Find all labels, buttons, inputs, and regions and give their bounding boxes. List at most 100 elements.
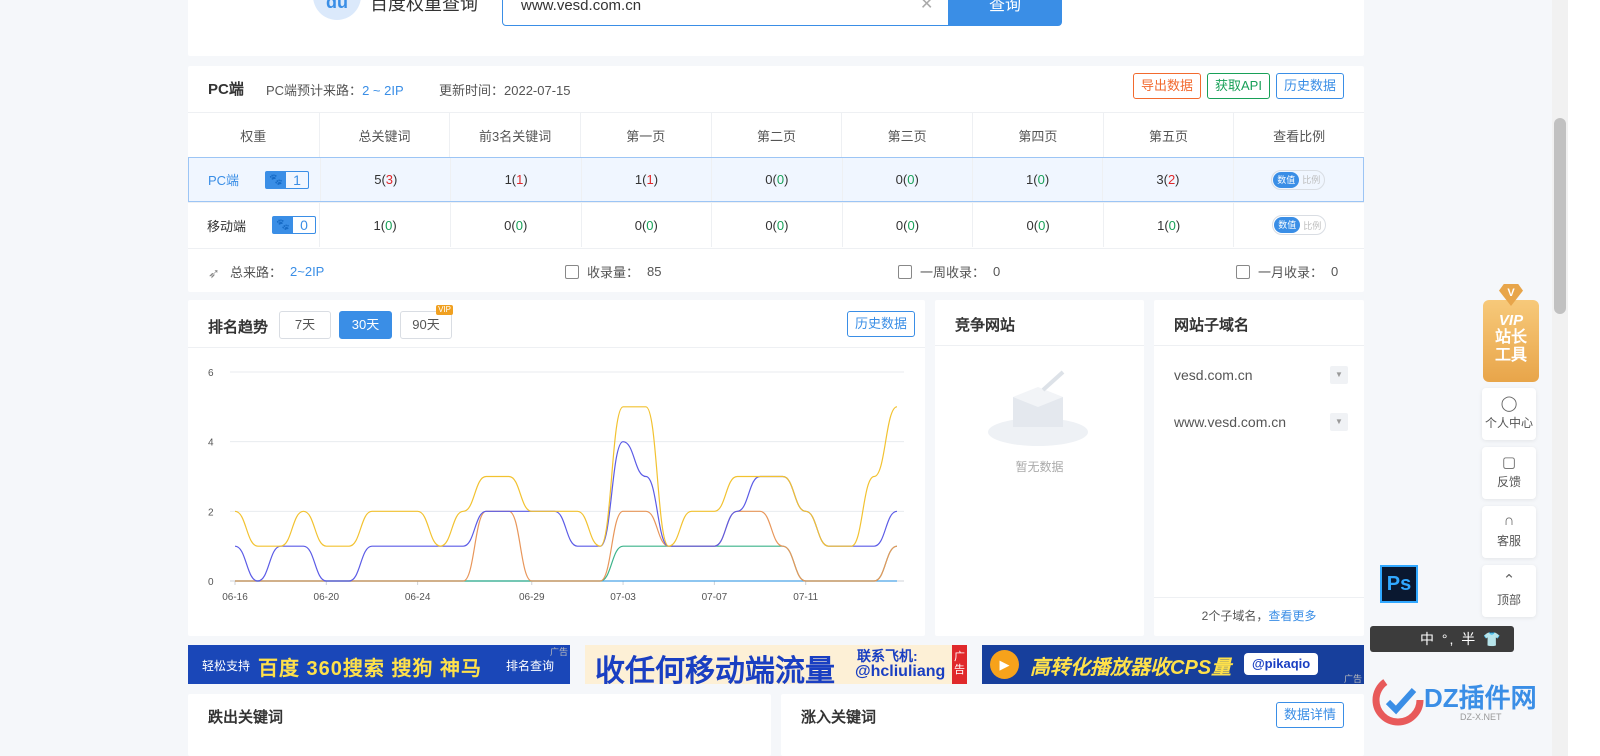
vip-line3: 工具: [1494, 347, 1527, 364]
user-center-button[interactable]: ◯ 个人中心: [1482, 388, 1536, 440]
traffic-label: PC端预计来路：: [266, 83, 363, 98]
table-row[interactable]: 移动端 🐾 0 1(0) 0(0) 0(0) 0(0) 0(0) 0(0) 1(0) 数值 比例: [188, 202, 1364, 247]
update-label: 更新时间：: [439, 83, 505, 98]
series-line: [234, 545, 898, 582]
col-header: 第四页: [971, 113, 1103, 157]
view-more-link[interactable]: 查看更多: [1268, 609, 1316, 623]
week-doc-icon: [898, 264, 912, 279]
vip-badge: VIP: [436, 305, 453, 315]
subdomain-title: 网站子域名: [1174, 317, 1250, 334]
history-data-button[interactable]: 历史数据: [1275, 73, 1344, 99]
range-30-days[interactable]: 30天: [339, 311, 392, 339]
rise-title: 涨入关键词: [801, 709, 877, 726]
row-label: PC端: [208, 173, 240, 188]
week-indexed: 一周收录： 0: [898, 262, 1000, 281]
customer-service-button[interactable]: ∩ 客服: [1482, 506, 1536, 558]
ratio-toggle[interactable]: 数值 比例: [1271, 169, 1326, 190]
copy-icon: [565, 264, 579, 279]
ad-tag: 广告: [952, 645, 967, 684]
table-row[interactable]: PC端 🐾 1 5(3) 1(1) 1(1) 0(0) 0(0) 1(0) 3(2) 数值 比例: [188, 157, 1364, 202]
export-data-button[interactable]: 导出数据: [1133, 73, 1202, 99]
table-cell: 1(1): [450, 158, 580, 201]
x-tick-label: 06-24: [405, 592, 431, 603]
range-7-days[interactable]: 7天: [279, 311, 331, 339]
series-line: [234, 406, 898, 547]
weight-badge[interactable]: 🐾 1: [265, 170, 310, 189]
watermark-sub: DZ-X.NET: [1460, 712, 1502, 722]
cell-value: 1: [1157, 217, 1165, 233]
trend-history-button[interactable]: 历史数据: [847, 311, 916, 337]
x-tick-label: 07-07: [702, 592, 728, 603]
toggle-cell: 数值 比例: [1232, 158, 1363, 201]
trend-title: 排名趋势: [208, 319, 269, 336]
vip-tools-button[interactable]: V VIP 站长 工具: [1483, 284, 1539, 382]
side-label: 反馈: [1496, 475, 1521, 489]
cell-delta: 0: [515, 217, 523, 233]
ime-status-bar[interactable]: 中 °, 半 👕: [1370, 626, 1514, 652]
data-detail-button[interactable]: 数据详情: [1275, 702, 1344, 728]
clear-icon[interactable]: ✕: [920, 0, 933, 14]
dz-logo-icon: [1372, 674, 1424, 726]
get-api-button[interactable]: 获取API: [1207, 73, 1270, 99]
total-label: 总来路：: [230, 265, 283, 280]
col-header: 前3名关键词: [449, 113, 580, 157]
table-cell: 3(2): [1102, 158, 1232, 201]
y-tick-label: 2: [208, 507, 214, 518]
ad-banner-search[interactable]: 轻松支持 百度 360搜索 搜狗 神马 排名查询 广告: [188, 645, 570, 684]
cell-value: 1: [504, 172, 512, 187]
photoshop-icon[interactable]: Ps: [1380, 565, 1418, 603]
ad-tag: 广告: [1343, 674, 1362, 684]
ratio-toggle[interactable]: 数值 比例: [1272, 215, 1327, 235]
feedback-button[interactable]: ▢ 反馈: [1482, 447, 1536, 499]
side-label: 个人中心: [1484, 416, 1533, 430]
col-header: 第二页: [710, 113, 842, 157]
col-header: 第三页: [841, 113, 972, 157]
table-cell: 0(0): [972, 203, 1103, 247]
vip-line2: 站长: [1494, 329, 1527, 346]
weight-value: 0: [300, 217, 308, 233]
scrollbar-track[interactable]: [1552, 0, 1568, 756]
toggle-on: 数值: [1273, 171, 1300, 188]
subdomain-footer: 2个子域名，查看更多: [1154, 597, 1364, 636]
back-to-top-button[interactable]: ⌃ 顶部: [1482, 565, 1536, 617]
ad2-handle: @hcliuliang: [855, 663, 946, 680]
table-cell: 0(0): [841, 158, 972, 201]
dropdown-icon[interactable]: ▼: [1330, 413, 1348, 431]
cell-delta: 3: [385, 172, 394, 187]
range-90-days[interactable]: 90天 VIP: [400, 305, 453, 339]
col-header: 权重: [240, 128, 267, 144]
table-cell: 1(1): [580, 158, 711, 201]
subdomain-count: 2个子域名，: [1201, 609, 1269, 623]
cell-value: 0: [895, 172, 903, 187]
indexed-value: 85: [647, 264, 662, 279]
ad-banner-player[interactable]: ▶ 高转化播放器收CPS量 @pikaqio 广告: [982, 645, 1364, 684]
baidu-logo-icon: du: [313, 0, 361, 20]
y-tick-label: 4: [208, 438, 214, 449]
table-cell: 0(0): [580, 203, 712, 247]
table-cell: 1(0): [1102, 203, 1234, 247]
domain-search-input[interactable]: www.vesd.com.cn: [502, 0, 950, 26]
y-tick-label: 6: [208, 368, 214, 379]
scrollbar-thumb[interactable]: [1554, 118, 1566, 314]
col-header: 总关键词: [318, 113, 450, 157]
ad1-engines: 百度 360搜索 搜狗 神马: [258, 658, 483, 680]
table-cell: 0(0): [711, 158, 841, 201]
trend-divider: [188, 347, 925, 348]
cell-value: 1: [1026, 172, 1034, 187]
query-button[interactable]: 查询: [948, 0, 1062, 26]
ad-banner-mobile[interactable]: 收任何移动端流量 联系飞机: @hcliuliang 广告: [585, 645, 967, 684]
subdomain-item[interactable]: www.vesd.com.cn: [1174, 414, 1286, 430]
compete-divider: [935, 345, 1144, 346]
weight-badge[interactable]: 🐾 0: [272, 216, 317, 234]
dropdown-icon[interactable]: ▼: [1330, 366, 1348, 384]
baidu-paw-icon: 🐾: [266, 171, 287, 188]
table-cell: 0(0): [711, 203, 842, 247]
cell-value: 0: [765, 217, 773, 233]
cell-value: 0: [504, 217, 512, 233]
ime-text: 中 °, 半: [1420, 631, 1478, 647]
pc-weight-card: PC端 PC端预计来路：2 ~ 2IP 更新时间：2022-07-15 导出数据…: [188, 66, 1364, 292]
x-tick-label: 06-20: [314, 592, 340, 603]
subdomain-item[interactable]: vesd.com.cn: [1174, 367, 1253, 383]
table-cell: 1(0): [971, 158, 1102, 201]
month-doc-icon: [1236, 264, 1250, 279]
